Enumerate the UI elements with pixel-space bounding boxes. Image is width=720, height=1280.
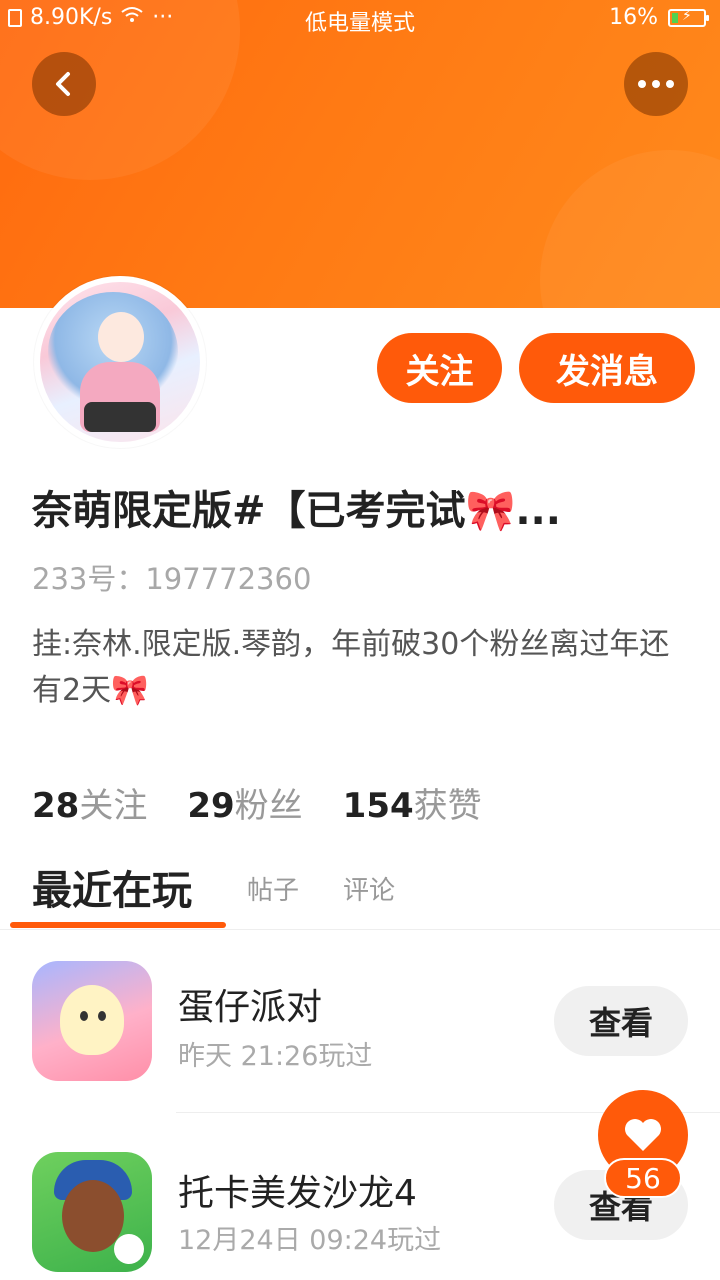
game-last-played: 12月24日 09:24玩过 xyxy=(178,1225,442,1256)
stat-number: 28 xyxy=(32,786,80,826)
avatar[interactable] xyxy=(34,276,206,448)
battery-percent: 16% xyxy=(609,5,658,30)
stat-number: 154 xyxy=(342,786,414,826)
follow-button[interactable]: 关注 xyxy=(377,333,502,403)
profile-tabs: 最近在玩 帖子 评论 xyxy=(0,850,720,930)
send-message-button[interactable]: 发消息 xyxy=(519,333,695,403)
game-icon xyxy=(32,961,152,1081)
tab-comments[interactable]: 评论 xyxy=(343,870,395,907)
username: 奈萌限定版#【已考完试🎀... xyxy=(32,488,561,534)
more-button[interactable] xyxy=(624,52,688,116)
profile-banner: 8.90K/s ··· 低电量模式 16% ⚡ xyxy=(0,0,720,308)
tab-recently-played[interactable]: 最近在玩 xyxy=(32,858,192,916)
back-button[interactable] xyxy=(32,52,96,116)
game-title: 蛋仔派对 xyxy=(178,987,323,1028)
banner-decoration xyxy=(540,150,720,308)
active-tab-indicator xyxy=(10,922,226,928)
stat-number: 29 xyxy=(187,786,235,826)
game-title: 托卡美发沙龙4 xyxy=(178,1173,417,1214)
more-dots-icon xyxy=(638,80,674,88)
status-right: 16% ⚡ xyxy=(609,5,709,30)
stat-likes[interactable]: 154获赞 xyxy=(343,778,482,827)
game-icon xyxy=(32,1152,152,1272)
stats-bar: 28关注 29粉丝 154获赞 xyxy=(32,778,482,827)
battery-icon: ⚡ xyxy=(668,8,709,27)
user-bio: 挂:奈林.限定版.琴韵，年前破30个粉丝离过年还有2天🎀 xyxy=(32,627,670,708)
stat-following[interactable]: 28关注 xyxy=(32,778,147,827)
chevron-left-icon xyxy=(56,72,70,96)
avatar-image xyxy=(40,282,200,442)
stat-label: 获赞 xyxy=(413,786,482,826)
status-bar: 8.90K/s ··· 低电量模式 16% ⚡ xyxy=(0,0,720,36)
game-last-played: 昨天 21:26玩过 xyxy=(178,1041,373,1072)
stat-label: 粉丝 xyxy=(234,786,303,826)
list-item[interactable]: 蛋仔派对 昨天 21:26玩过 查看 xyxy=(0,950,720,1100)
stat-label: 关注 xyxy=(79,786,148,826)
heart-icon xyxy=(625,1119,661,1151)
user-id: 233号：197772360 xyxy=(32,562,312,596)
like-count-badge: 56 xyxy=(604,1158,682,1198)
stat-fans[interactable]: 29粉丝 xyxy=(187,778,302,827)
tab-posts[interactable]: 帖子 xyxy=(247,870,299,907)
view-button[interactable]: 查看 xyxy=(554,986,688,1056)
